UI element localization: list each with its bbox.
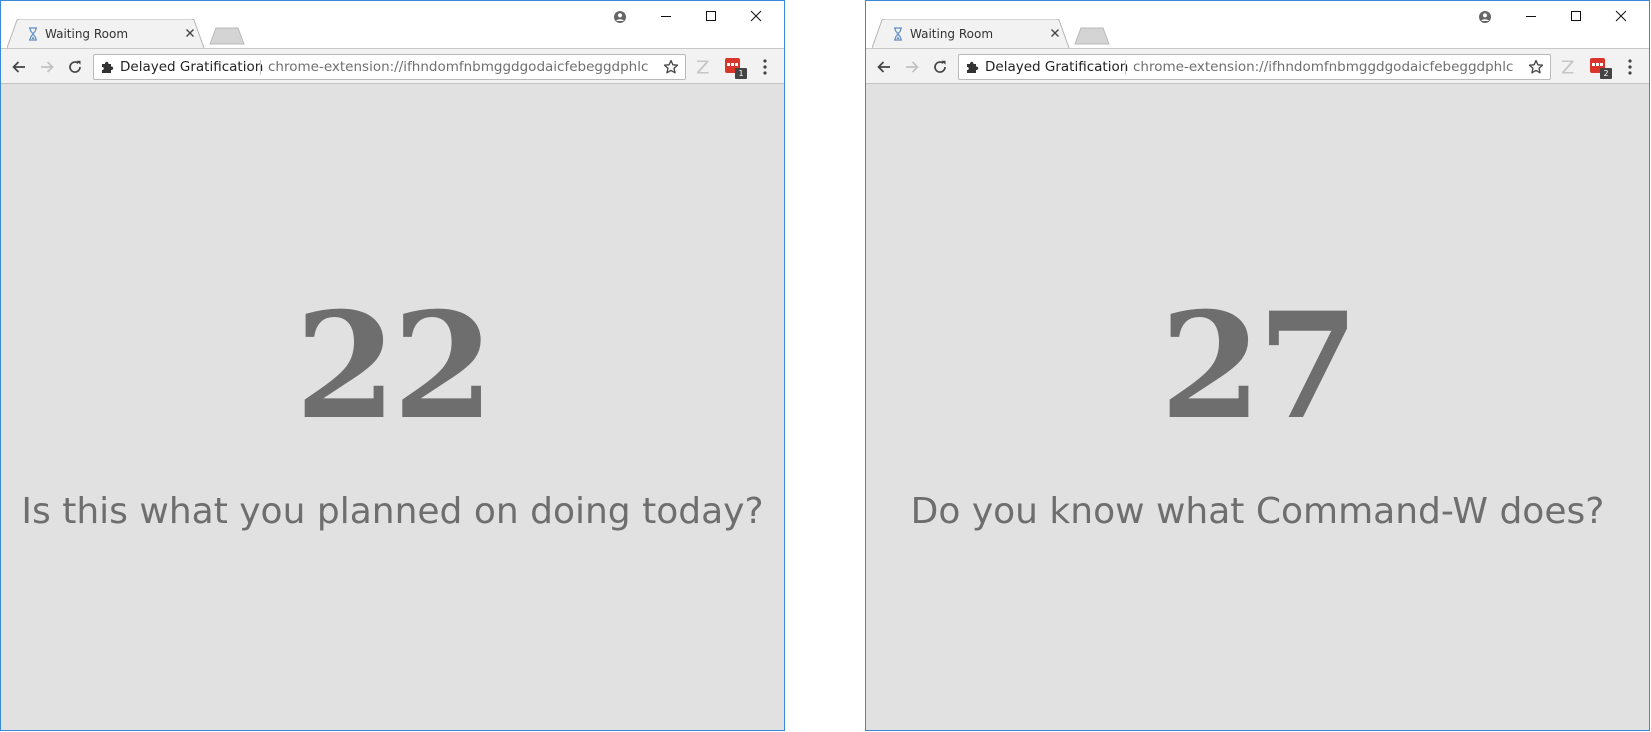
puzzle-piece-icon: [102, 61, 114, 73]
maximize-button[interactable]: [689, 3, 733, 29]
arrow-left-icon: [12, 61, 25, 73]
z-extension-icon[interactable]: [1558, 57, 1578, 77]
maximize-icon: [1571, 11, 1581, 21]
browser-window-left: Waiting Room Delayed Gratification chrom…: [0, 0, 785, 731]
site-name: Delayed Gratification: [120, 59, 264, 75]
dots-icon: [727, 63, 738, 66]
tab-title: Waiting Room: [910, 27, 994, 41]
reload-button[interactable]: [928, 55, 952, 79]
extension-badge: 1: [735, 68, 747, 79]
red-extension-button[interactable]: 1: [724, 57, 748, 79]
title-bar: Waiting Room: [866, 1, 1649, 48]
forward-button[interactable]: [35, 55, 59, 79]
browser-toolbar: Delayed Gratification chrome-extension:/…: [866, 48, 1649, 84]
arrow-right-icon: [41, 61, 54, 73]
minimize-icon: [661, 16, 671, 17]
countdown-number: 22: [294, 281, 494, 452]
minimize-button[interactable]: [644, 3, 688, 29]
new-tab-button[interactable]: [1073, 27, 1111, 45]
address-bar[interactable]: Delayed Gratification chrome-extension:/…: [93, 54, 686, 80]
page-content: 22 Is this what you planned on doing tod…: [1, 84, 784, 730]
browser-window-right: Waiting Room Delayed Gratification chrom…: [865, 0, 1650, 731]
title-bar: Waiting Room: [1, 1, 784, 48]
profile-button[interactable]: [1462, 3, 1506, 29]
reload-icon: [69, 60, 81, 73]
bookmark-star-icon[interactable]: [663, 59, 679, 75]
tab-waiting-room[interactable]: Waiting Room: [872, 19, 1074, 48]
countdown-number: 27: [1159, 281, 1359, 452]
prompt-message: Is this what you planned on doing today?: [21, 491, 764, 532]
kebab-menu-icon[interactable]: [757, 57, 773, 77]
address-separator: [1125, 60, 1126, 75]
address-separator: [260, 60, 261, 75]
profile-icon: [614, 11, 626, 23]
hourglass-icon: [894, 27, 902, 41]
puzzle-piece-icon: [967, 61, 979, 73]
prompt-message: Do you know what Command-W does?: [910, 491, 1605, 532]
close-window-button[interactable]: [1599, 3, 1643, 29]
arrow-right-icon: [906, 61, 919, 73]
page-content: 27 Do you know what Command-W does?: [866, 84, 1649, 730]
tab-close-icon[interactable]: [183, 26, 197, 40]
forward-button[interactable]: [900, 55, 924, 79]
hourglass-icon: [29, 27, 37, 41]
back-button[interactable]: [7, 55, 31, 79]
site-name: Delayed Gratification: [985, 59, 1129, 75]
tab-title: Waiting Room: [45, 27, 129, 41]
back-button[interactable]: [872, 55, 896, 79]
tab-waiting-room[interactable]: Waiting Room: [7, 19, 209, 48]
maximize-button[interactable]: [1554, 3, 1598, 29]
browser-toolbar: Delayed Gratification chrome-extension:/…: [1, 48, 784, 84]
tab-close-icon[interactable]: [1048, 26, 1062, 40]
new-tab-button[interactable]: [208, 27, 246, 45]
reload-icon: [934, 60, 946, 73]
arrow-left-icon: [877, 61, 890, 73]
minimize-icon: [1526, 16, 1536, 17]
profile-icon: [1479, 11, 1491, 23]
reload-button[interactable]: [63, 55, 87, 79]
dots-icon: [1592, 63, 1603, 66]
url-text: chrome-extension://ifhndomfnbmggdgodaicf…: [1133, 59, 1513, 75]
bookmark-star-icon[interactable]: [1528, 59, 1544, 75]
minimize-button[interactable]: [1509, 3, 1553, 29]
kebab-menu-icon[interactable]: [1622, 57, 1638, 77]
close-icon: [750, 10, 762, 22]
close-icon: [1615, 10, 1627, 22]
address-bar[interactable]: Delayed Gratification chrome-extension:/…: [958, 54, 1551, 80]
red-extension-button[interactable]: 2: [1589, 57, 1613, 79]
maximize-icon: [706, 11, 716, 21]
url-text: chrome-extension://ifhndomfnbmggdgodaicf…: [268, 59, 648, 75]
profile-button[interactable]: [597, 3, 641, 29]
extension-badge: 2: [1600, 68, 1612, 79]
close-window-button[interactable]: [734, 3, 778, 29]
z-extension-icon[interactable]: [693, 57, 713, 77]
